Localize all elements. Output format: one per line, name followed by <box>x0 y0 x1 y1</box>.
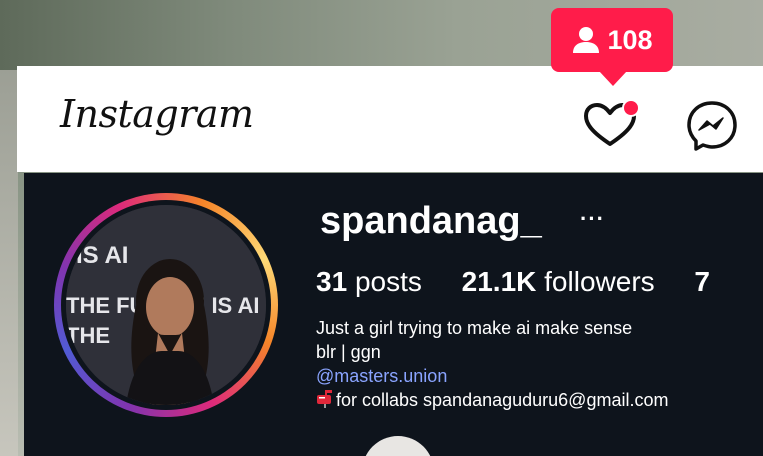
mailbox-icon <box>317 390 332 408</box>
background-blur-left <box>0 70 18 456</box>
avatar-image: IS AI THE FUTURE IS AI THE <box>66 205 266 405</box>
messenger-button[interactable] <box>686 100 738 152</box>
stat-posts[interactable]: 31 posts <box>316 266 422 298</box>
person-icon <box>573 27 600 53</box>
more-options-button[interactable]: ··· <box>580 206 605 232</box>
messenger-icon <box>687 101 737 151</box>
bio-line-1: Just a girl trying to make ai make sense <box>316 318 633 338</box>
profile-stats: 31 posts 21.1K followers 7 <box>316 266 763 306</box>
follower-notification-badge[interactable]: 108 <box>551 8 673 86</box>
avatar[interactable]: IS AI THE FUTURE IS AI THE <box>66 205 266 405</box>
activity-indicator-dot <box>622 99 640 117</box>
profile-bio: Just a girl trying to make ai make sense… <box>316 316 668 412</box>
instagram-logo[interactable]: Instagram <box>60 92 254 136</box>
stat-followers[interactable]: 21.1K followers <box>462 266 655 298</box>
profile-username: spandanag_ <box>320 200 542 242</box>
bio-line-2: blr | ggn <box>316 342 381 362</box>
stat-following[interactable]: 7 <box>694 266 710 298</box>
bio-contact: for collabs spandanaguduru6@gmail.com <box>316 388 668 412</box>
notification-count: 108 <box>607 24 653 55</box>
bio-mention-link[interactable]: @masters.union <box>316 364 668 388</box>
avatar-text-is-ai: IS AI <box>76 242 128 269</box>
